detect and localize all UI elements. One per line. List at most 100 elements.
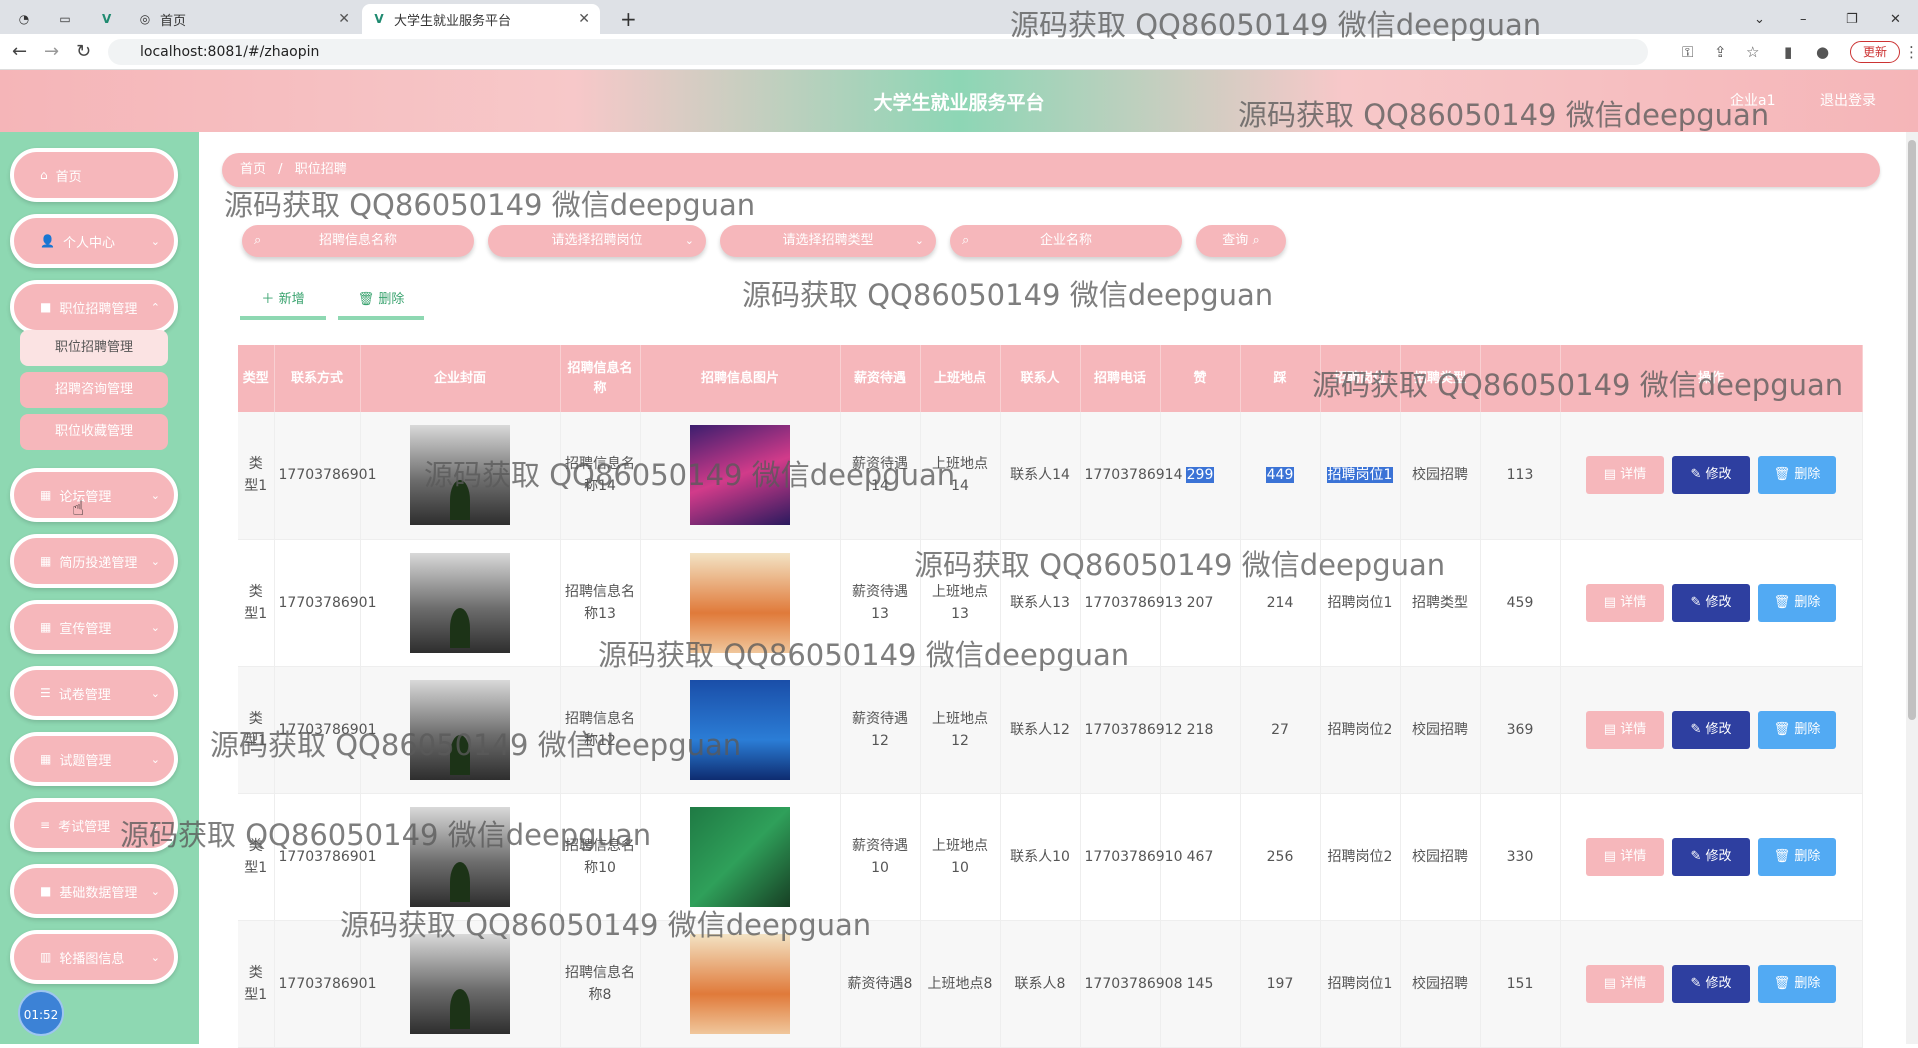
submenu-job-management[interactable]: 职位招聘管理: [20, 330, 168, 366]
sidebar-item-forum[interactable]: ▦ 论坛管理 ⌄: [10, 468, 178, 522]
detail-button[interactable]: ▤ 详情: [1586, 583, 1664, 622]
cell-type: 类型1: [238, 793, 275, 921]
logout-link[interactable]: 退出登录: [1820, 90, 1876, 110]
cell-type: 类型1: [238, 539, 275, 667]
company-search-input[interactable]: ⌕ 企业名称: [950, 225, 1182, 257]
more-icon[interactable]: ⋮: [1904, 43, 1918, 61]
profile-icon[interactable]: ●: [1816, 43, 1829, 61]
search-icon: ⌕: [962, 233, 970, 248]
likes-value: 299: [1185, 467, 1215, 484]
cell-position: 招聘岗位2: [1320, 793, 1401, 921]
placeholder: 请选择招聘岗位: [551, 233, 643, 248]
browser-tab-active[interactable]: V 大学生就业服务平台 ✕: [362, 4, 600, 34]
sidebar-item-promo[interactable]: ▦ 宣传管理 ⌄: [10, 600, 178, 654]
cell-person: 联系人10: [1000, 793, 1081, 921]
cell-image: [640, 920, 841, 1048]
browser-menu-icon[interactable]: ◔: [8, 4, 48, 34]
query-button[interactable]: 查询 ⌕: [1196, 225, 1286, 257]
share-icon[interactable]: ⇪: [1714, 43, 1727, 61]
detail-button[interactable]: ▤ 详情: [1586, 837, 1664, 876]
watermark: 源码获取 QQ86050149 微信deepguan: [224, 188, 756, 222]
sidebar-item-jobs[interactable]: ■ 职位招聘管理 ⌃: [10, 280, 178, 334]
breadcrumb-separator: /: [278, 162, 283, 177]
briefcase-icon: ■: [40, 300, 52, 314]
cell-person: 联系人13: [1000, 539, 1081, 667]
pencil-icon: ✎: [1690, 594, 1702, 610]
job-poster-image: [690, 425, 790, 526]
browser-tab-v[interactable]: V: [92, 4, 126, 34]
edit-button[interactable]: ✎ 修改: [1672, 456, 1750, 495]
position-value: 招聘岗位1: [1327, 975, 1393, 992]
company-cover-image: [410, 933, 510, 1034]
cell-location: 上班地点14: [920, 412, 1001, 540]
name-search-input[interactable]: ⌕ 招聘信息名称: [242, 225, 474, 257]
chevron-down-icon: ⌄: [150, 554, 160, 568]
new-tab-button[interactable]: +: [610, 4, 640, 34]
sidepanel-icon[interactable]: ▮: [1784, 43, 1792, 61]
cell-count: 459: [1480, 539, 1561, 667]
site-title: 大学生就业服务平台: [873, 92, 1045, 114]
chevron-down-icon: ⌄: [684, 234, 694, 247]
restore-icon[interactable]: ❐: [1836, 4, 1866, 34]
detail-label: 详情: [1620, 467, 1647, 483]
browser-tab-home[interactable]: ◎ 首页 ✕: [128, 4, 360, 34]
key-icon[interactable]: ⚿: [1682, 43, 1693, 61]
sidebar-item-profile[interactable]: 👤 个人中心 ⌄: [10, 214, 178, 268]
minimize-icon[interactable]: –: [1790, 4, 1820, 34]
sidebar-item-papers[interactable]: ☰ 试卷管理 ⌄: [10, 666, 178, 720]
cell-cover: [360, 920, 561, 1048]
col-name: 招聘信息名称: [560, 345, 641, 412]
forward-icon[interactable]: →: [44, 41, 59, 62]
edit-button[interactable]: ✎ 修改: [1672, 837, 1750, 876]
edit-button[interactable]: ✎ 修改: [1672, 964, 1750, 1003]
browser-tab-blank[interactable]: ▭: [48, 4, 92, 34]
detail-button[interactable]: ▤ 详情: [1586, 710, 1664, 749]
pencil-icon: ✎: [1690, 721, 1702, 737]
detail-button[interactable]: ▤ 详情: [1586, 456, 1664, 495]
address-bar[interactable]: localhost:8081/#/zhaopin: [108, 39, 1648, 65]
window-close-icon[interactable]: ✕: [1880, 4, 1910, 34]
back-icon[interactable]: ←: [12, 41, 27, 62]
detail-button[interactable]: ▤ 详情: [1586, 964, 1664, 1003]
sidebar-item-resume[interactable]: ▦ 简历投递管理 ⌄: [10, 534, 178, 588]
sidebar-item-exams[interactable]: ≡ 考试管理 ⌄: [10, 798, 178, 852]
star-icon[interactable]: ☆: [1746, 43, 1759, 61]
watermark: 源码获取 QQ86050149 微信deepguan: [742, 278, 1274, 312]
add-button[interactable]: ＋ 新增: [240, 284, 326, 320]
sidebar-item-questions[interactable]: ▦ 试题管理 ⌄: [10, 732, 178, 786]
scrollbar-thumb[interactable]: [1908, 140, 1916, 720]
sidebar-item-label: 首页: [55, 169, 82, 185]
trash-icon: 🗑: [1773, 975, 1791, 991]
delete-button[interactable]: 🗑 删除: [1758, 837, 1836, 876]
cell-contact: 17703786901: [274, 539, 376, 667]
pencil-icon: ✎: [1690, 467, 1702, 483]
breadcrumb-home[interactable]: 首页: [240, 162, 266, 177]
delete-button[interactable]: 🗑 删除: [1758, 964, 1836, 1003]
cell-jobtype: 校园招聘: [1400, 920, 1481, 1048]
detail-label: 详情: [1620, 975, 1647, 991]
sidebar-item-carousel[interactable]: ▥ 轮播图信息 ⌄: [10, 930, 178, 984]
batch-delete-button[interactable]: 🗑 删除: [338, 284, 424, 320]
sidebar-item-home[interactable]: ⌂ 首页: [10, 148, 178, 202]
chevron-down-icon[interactable]: ⌄: [1744, 4, 1774, 34]
submenu-job-consult[interactable]: 招聘咨询管理: [20, 372, 168, 408]
scrollbar[interactable]: [1906, 132, 1918, 1044]
edit-button[interactable]: ✎ 修改: [1672, 583, 1750, 622]
close-icon[interactable]: ✕: [338, 11, 350, 27]
delete-button[interactable]: 🗑 删除: [1758, 456, 1836, 495]
cell-contact: 17703786901: [274, 412, 376, 540]
type-select[interactable]: 请选择招聘类型 ⌄: [720, 225, 936, 257]
submenu-job-favorites[interactable]: 职位收藏管理: [20, 414, 168, 450]
edit-button[interactable]: ✎ 修改: [1672, 710, 1750, 749]
sidebar-item-basedata[interactable]: ■ 基础数据管理 ⌄: [10, 864, 178, 918]
update-button[interactable]: 更新: [1850, 41, 1900, 63]
job-poster-image: [690, 552, 790, 653]
position-select[interactable]: 请选择招聘岗位 ⌄: [488, 225, 706, 257]
grid-icon: ▦: [40, 752, 52, 766]
delete-button[interactable]: 🗑 删除: [1758, 710, 1836, 749]
delete-button[interactable]: 🗑 删除: [1758, 583, 1836, 622]
reload-icon[interactable]: ↻: [76, 41, 91, 62]
cell-image: [640, 539, 841, 667]
browser-tab-strip: ◔ ▭ V ◎ 首页 ✕ V 大学生就业服务平台 ✕ + ⌄ – ❐ ✕: [0, 0, 1918, 34]
close-icon[interactable]: ✕: [578, 11, 590, 27]
